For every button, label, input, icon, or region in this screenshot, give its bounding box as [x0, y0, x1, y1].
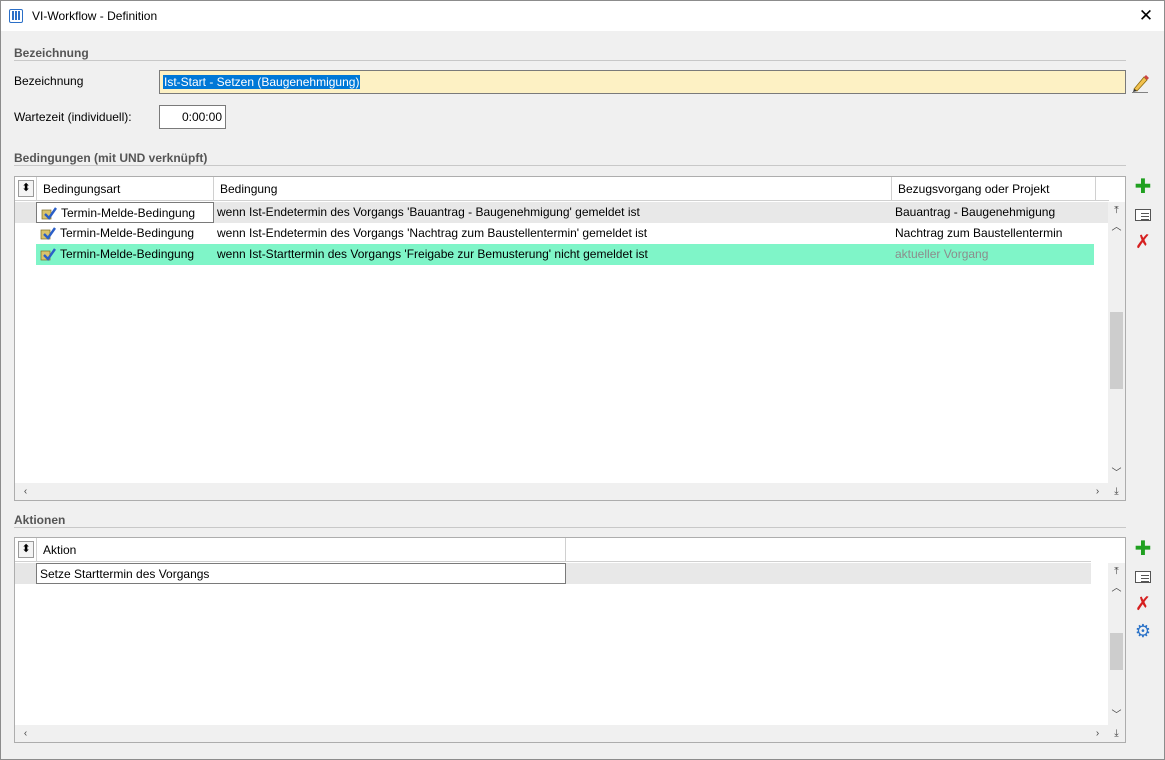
scroll-bottom-icon[interactable]: ⤓ — [1108, 483, 1125, 500]
condition-type-cell[interactable]: Termin-Melde-Bedingung — [36, 223, 214, 244]
condition-type-text: Termin-Melde-Bedingung — [60, 226, 195, 240]
condition-type-text: Termin-Melde-Bedingung — [61, 206, 196, 220]
scroll-right-icon[interactable]: › — [1089, 725, 1106, 742]
condition-text-cell[interactable]: wenn Ist-Starttermin des Vorgangs 'Freig… — [214, 244, 892, 265]
reference-cell[interactable]: Bauantrag - Baugenehmigung — [892, 202, 1096, 223]
section-divider — [14, 527, 1126, 528]
add-condition-icon[interactable]: ✚ — [1134, 177, 1152, 197]
edit-pencil-icon[interactable] — [1131, 73, 1149, 93]
row-header — [15, 244, 36, 265]
scroll-up-icon[interactable]: ︿ — [1108, 219, 1125, 236]
row-header — [15, 563, 36, 584]
scroll-bottom-icon[interactable]: ⤓ — [1108, 725, 1125, 742]
column-header-bedingung[interactable]: Bedingung — [214, 177, 892, 201]
scrollbar-thumb[interactable] — [1110, 312, 1123, 389]
condition-type-text: Termin-Melde-Bedingung — [60, 247, 195, 261]
section-title-bezeichnung: Bezeichnung — [14, 46, 89, 60]
delete-action-icon[interactable]: ✗ — [1134, 595, 1152, 614]
section-title-actions: Aktionen — [14, 513, 66, 527]
conditions-grid-header: ⬍ Bedingungsart Bedingung Bezugsvorgang … — [15, 177, 1109, 201]
wait-time-input[interactable]: 0:00:00 — [159, 105, 226, 129]
scroll-down-icon[interactable]: ﹀ — [1108, 465, 1125, 482]
condition-check-icon — [41, 207, 57, 220]
row-header — [15, 202, 36, 223]
action-properties-icon[interactable] — [1134, 568, 1152, 586]
actions-horizontal-scrollbar[interactable]: ‹ › ⤓ — [15, 725, 1125, 742]
title-bar: VI-Workflow - Definition ✕ — [1, 1, 1164, 31]
sort-toggle-icon[interactable]: ⬍ — [18, 180, 34, 197]
condition-check-icon — [40, 227, 56, 240]
column-header-bezugsvorgang[interactable]: Bezugsvorgang oder Projekt — [892, 177, 1096, 201]
scrollbar-thumb[interactable] — [1110, 633, 1123, 670]
scroll-up-icon[interactable]: ︿ — [1108, 580, 1125, 597]
scroll-left-icon[interactable]: ‹ — [17, 725, 34, 742]
conditions-vertical-scrollbar[interactable]: ⤒ ︿ ﹀ — [1108, 202, 1125, 485]
section-title-conditions: Bedingungen (mit UND verknüpft) — [14, 151, 208, 165]
section-divider — [14, 60, 1126, 61]
settings-gear-icon[interactable]: ⚙ — [1134, 622, 1152, 640]
wait-label: Wartezeit (individuell): — [14, 110, 132, 124]
actions-grid: ⬍ Aktion Setze Starttermin des Vorgangs … — [14, 537, 1126, 743]
section-divider — [14, 165, 1126, 166]
conditions-grid: ⬍ Bedingungsart Bedingung Bezugsvorgang … — [14, 176, 1126, 501]
scroll-top-icon[interactable]: ⤒ — [1108, 202, 1125, 219]
table-row[interactable]: Termin-Melde-Bedingung wenn Ist-Endeterm… — [15, 202, 1109, 223]
window-title: VI-Workflow - Definition — [32, 9, 158, 23]
condition-type-cell[interactable]: Termin-Melde-Bedingung — [36, 202, 214, 223]
actions-vertical-scrollbar[interactable]: ⤒ ︿ ﹀ — [1108, 563, 1125, 725]
condition-properties-icon[interactable] — [1134, 206, 1152, 224]
close-icon[interactable]: ✕ — [1128, 1, 1164, 31]
name-input-value: Ist-Start - Setzen (Baugenehmigung) — [163, 75, 361, 89]
name-input[interactable]: Ist-Start - Setzen (Baugenehmigung) — [159, 70, 1126, 94]
condition-check-icon — [40, 248, 56, 261]
conditions-horizontal-scrollbar[interactable]: ‹ › ⤓ — [15, 483, 1125, 500]
column-header-aktion[interactable]: Aktion — [36, 538, 566, 562]
add-action-icon[interactable]: ✚ — [1134, 539, 1152, 559]
app-icon — [9, 9, 23, 23]
actions-grid-header: ⬍ Aktion — [15, 538, 1091, 562]
condition-text-cell[interactable]: wenn Ist-Endetermin des Vorgangs 'Bauant… — [214, 202, 892, 223]
action-cell[interactable]: Setze Starttermin des Vorgangs — [36, 563, 566, 584]
name-label: Bezeichnung — [14, 74, 84, 88]
delete-condition-icon[interactable]: ✗ — [1134, 233, 1152, 252]
table-row[interactable]: Setze Starttermin des Vorgangs — [15, 563, 1091, 584]
scroll-right-icon[interactable]: › — [1089, 483, 1106, 500]
condition-text-cell[interactable]: wenn Ist-Endetermin des Vorgangs 'Nachtr… — [214, 223, 892, 244]
dialog-window: VI-Workflow - Definition ✕ Bezeichnung B… — [0, 0, 1165, 760]
column-header-bedingungsart[interactable]: Bedingungsart — [36, 177, 214, 201]
condition-type-cell[interactable]: Termin-Melde-Bedingung — [36, 244, 214, 265]
table-row-selected[interactable]: Termin-Melde-Bedingung wenn Ist-Startter… — [15, 244, 1109, 265]
scroll-down-icon[interactable]: ﹀ — [1108, 707, 1125, 724]
scroll-top-icon[interactable]: ⤒ — [1108, 563, 1125, 580]
row-header — [15, 223, 36, 244]
sort-toggle-icon[interactable]: ⬍ — [18, 541, 34, 558]
table-row[interactable]: Termin-Melde-Bedingung wenn Ist-Endeterm… — [15, 223, 1109, 244]
scroll-left-icon[interactable]: ‹ — [17, 483, 34, 500]
reference-cell[interactable]: aktueller Vorgang — [892, 244, 1094, 265]
reference-cell[interactable]: Nachtrag zum Baustellentermin — [892, 223, 1096, 244]
